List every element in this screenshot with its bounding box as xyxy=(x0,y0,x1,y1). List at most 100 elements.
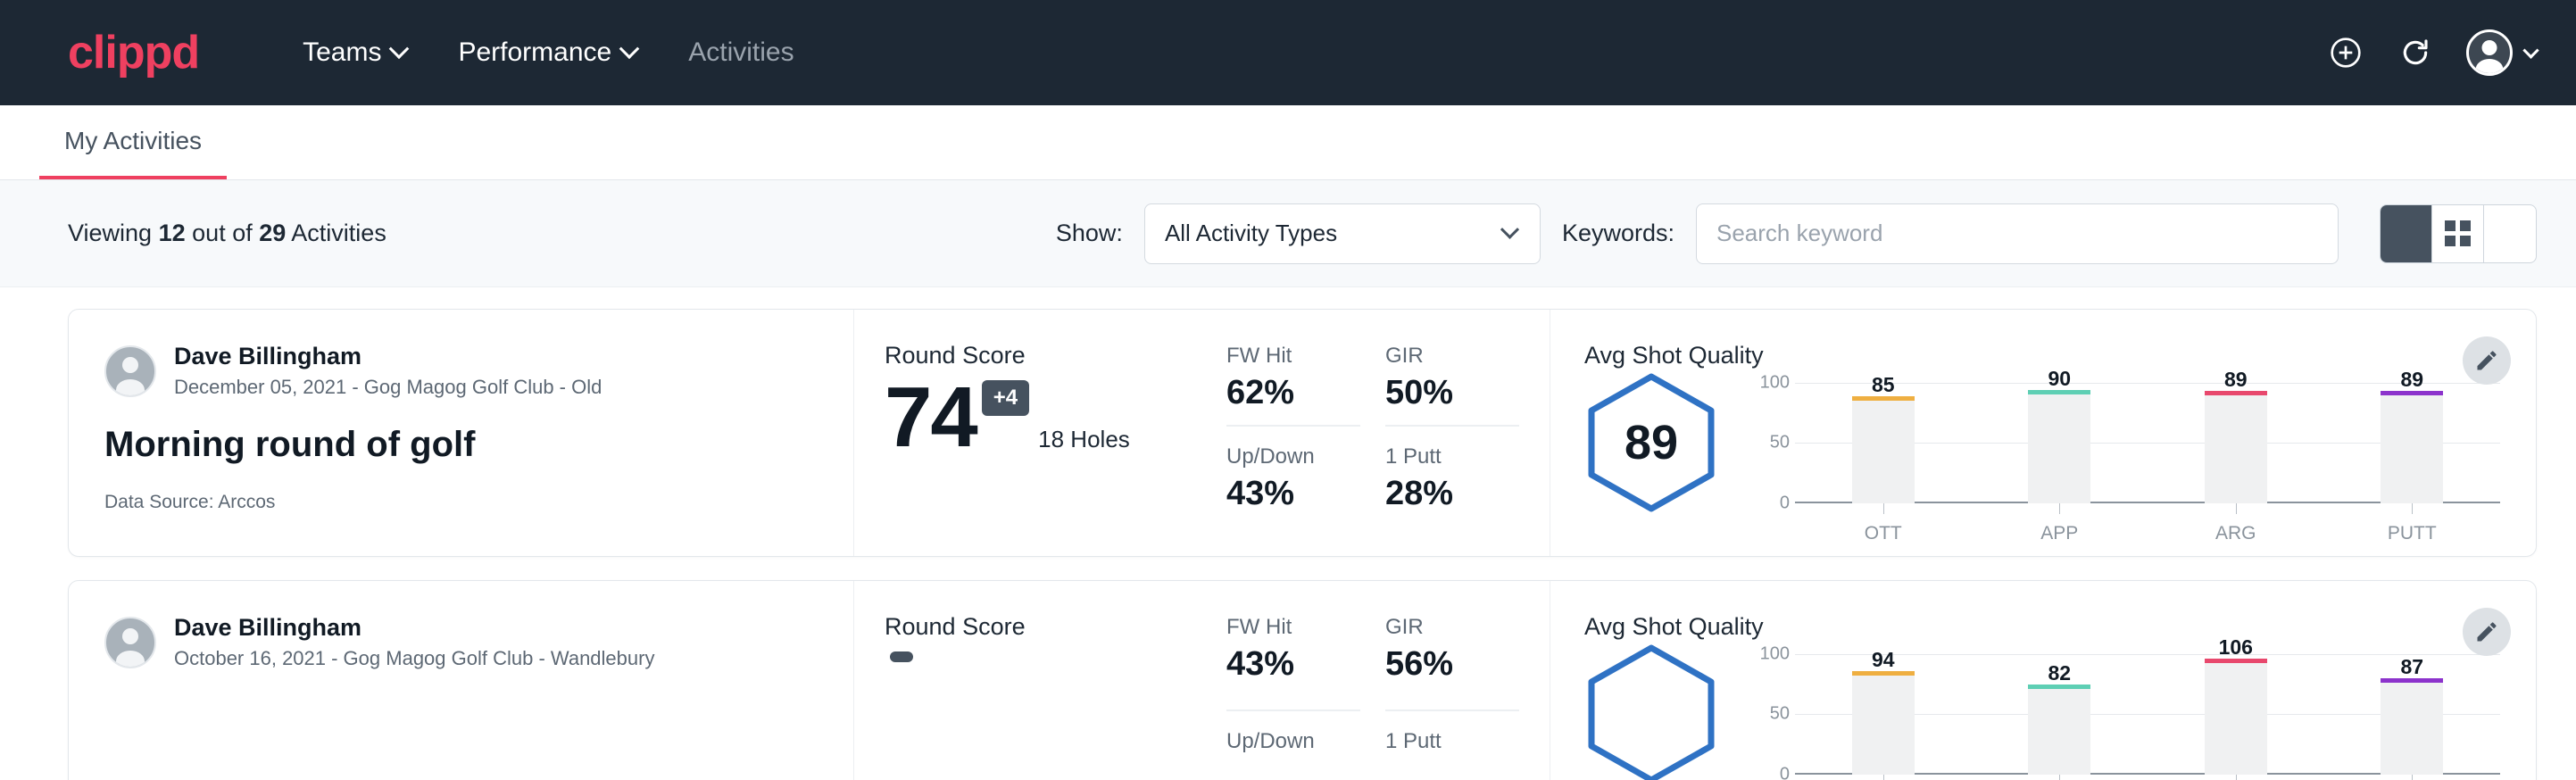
chevron-down-icon xyxy=(2522,42,2539,58)
account-menu[interactable] xyxy=(2466,29,2537,76)
refresh-icon[interactable] xyxy=(2397,34,2434,71)
player-identity: Dave Billingham October 16, 2021 - Gog M… xyxy=(104,613,818,671)
x-label-arg: ARG xyxy=(2148,775,2324,780)
stat-up-down: Up/Down 43% xyxy=(1226,444,1360,526)
chart-x-labels: OTT APP ARG PUTT xyxy=(1795,503,2500,544)
viewing-suffix: Activities xyxy=(291,220,386,246)
y-tick-0: 0 xyxy=(1780,764,1790,780)
pencil-icon xyxy=(2474,619,2499,644)
avg-shot-quality-hexagon: 89 xyxy=(1584,371,1718,514)
x-label-ott: OTT xyxy=(1795,775,1972,780)
chart-y-axis: 100 50 0 xyxy=(1754,654,1795,775)
activity-card[interactable]: Dave Billingham December 05, 2021 - Gog … xyxy=(68,309,2537,557)
add-icon[interactable] xyxy=(2327,34,2364,71)
nav-item-teams[interactable]: Teams xyxy=(303,37,406,68)
grid-view-icon xyxy=(2445,220,2471,246)
viewing-summary: Viewing 12 out of 29 Activities xyxy=(68,220,386,247)
stat-fw-hit-label: FW Hit xyxy=(1226,344,1360,369)
view-mode-grid-button[interactable] xyxy=(2432,205,2484,262)
avg-shot-quality-value: 89 xyxy=(1584,371,1718,514)
y-tick-50: 50 xyxy=(1770,433,1790,453)
stat-gir-value: 50% xyxy=(1385,374,1519,412)
avatar xyxy=(104,345,156,397)
avg-shot-quality-hexagon xyxy=(1584,643,1718,780)
activity-card[interactable]: Dave Billingham October 16, 2021 - Gog M… xyxy=(68,580,2537,780)
chart-bars: 85 90 89 89 xyxy=(1795,383,2500,503)
x-label-arg: ARG xyxy=(2148,503,2324,544)
bar-arg: 89 xyxy=(2148,383,2324,503)
round-score-label: Round Score xyxy=(885,342,1196,369)
edit-activity-button[interactable] xyxy=(2463,336,2511,385)
stat-fw-hit: FW Hit 43% xyxy=(1226,615,1360,711)
view-mode-toggle-group xyxy=(2380,204,2537,263)
avg-shot-quality-label: Avg Shot Quality xyxy=(1584,613,2500,641)
bar-app-rect xyxy=(2028,689,2090,775)
chart-plot-area: 94 82 106 8 xyxy=(1795,654,2500,775)
shot-quality-bar-chart: 100 50 0 94 xyxy=(1754,654,2500,775)
filter-controls: Show: All Activity Types Keywords: xyxy=(1056,203,2537,264)
nav-item-activities[interactable]: Activities xyxy=(688,37,794,68)
avg-shot-quality-section: Avg Shot Quality 89 100 50 0 xyxy=(1550,310,2536,556)
x-label-app: APP xyxy=(1972,503,2148,544)
top-bar-actions xyxy=(2327,29,2537,76)
activity-card-header: Dave Billingham October 16, 2021 - Gog M… xyxy=(69,581,854,780)
bar-arg-rect xyxy=(2205,395,2267,502)
bar-arg-rect xyxy=(2205,663,2267,774)
round-score-to-par-badge xyxy=(890,651,913,662)
stat-gir: GIR 50% xyxy=(1385,344,1519,427)
y-tick-50: 50 xyxy=(1770,704,1790,725)
round-score-label: Round Score xyxy=(885,613,1196,641)
player-name: Dave Billingham xyxy=(174,613,654,643)
activity-meta: October 16, 2021 - Gog Magog Golf Club -… xyxy=(174,645,654,672)
x-label-ott: OTT xyxy=(1795,503,1972,544)
search-input[interactable] xyxy=(1696,203,2339,264)
bar-arg-value: 106 xyxy=(2219,635,2253,660)
edit-activity-button[interactable] xyxy=(2463,608,2511,656)
activity-data-source: Data Source: Arccos xyxy=(104,492,818,513)
activity-card-header: Dave Billingham December 05, 2021 - Gog … xyxy=(69,310,854,556)
bar-arg-value: 89 xyxy=(2224,368,2248,392)
bar-putt: 89 xyxy=(2324,383,2501,503)
round-score-value: 74 xyxy=(885,375,976,461)
avatar xyxy=(104,617,156,668)
view-mode-list-button[interactable] xyxy=(2381,205,2432,262)
bar-putt-value: 89 xyxy=(2400,368,2423,392)
viewing-prefix: Viewing xyxy=(68,220,152,246)
clippd-logo[interactable]: clippd xyxy=(68,29,199,76)
x-label-putt: PUTT xyxy=(2324,503,2501,544)
view-mode-compact-button[interactable] xyxy=(2484,205,2536,262)
y-tick-100: 100 xyxy=(1760,643,1790,664)
player-identity: Dave Billingham December 05, 2021 - Gog … xyxy=(104,342,818,400)
y-tick-0: 0 xyxy=(1780,493,1790,513)
avg-shot-quality-label: Avg Shot Quality xyxy=(1584,342,2500,369)
x-label-putt: PUTT xyxy=(2324,775,2501,780)
stat-gir-label: GIR xyxy=(1385,615,1519,640)
player-name: Dave Billingham xyxy=(174,342,602,372)
chart-x-labels: OTT APP ARG PUTT xyxy=(1795,775,2500,780)
y-tick-100: 100 xyxy=(1760,372,1790,393)
avg-shot-quality-value xyxy=(1584,643,1718,780)
round-stats-grid: FW Hit 43% GIR 56% Up/Down 1 Putt xyxy=(1226,613,1519,780)
nav-item-activities-label: Activities xyxy=(688,37,794,68)
activities-list: Dave Billingham December 05, 2021 - Gog … xyxy=(0,287,2576,780)
stat-up-down: Up/Down xyxy=(1226,729,1360,780)
x-label-app: APP xyxy=(1972,775,2148,780)
stat-one-putt: 1 Putt 28% xyxy=(1385,444,1519,526)
activity-type-select[interactable]: All Activity Types xyxy=(1144,203,1541,264)
bar-ott-value: 94 xyxy=(1872,648,1895,672)
round-score-section: Round Score FW Hit 43% GIR 56% Up/Down xyxy=(854,581,1550,780)
stat-one-putt-label: 1 Putt xyxy=(1385,729,1519,754)
nav-item-performance[interactable]: Performance xyxy=(458,37,636,68)
stat-up-down-value: 43% xyxy=(1226,475,1360,513)
chevron-down-icon xyxy=(1500,220,1519,239)
tab-my-activities-label: My Activities xyxy=(64,127,202,155)
chart-bars: 94 82 106 8 xyxy=(1795,654,2500,775)
bar-putt-rect xyxy=(2381,683,2443,775)
show-label: Show: xyxy=(1056,220,1123,247)
tab-my-activities[interactable]: My Activities xyxy=(39,105,227,179)
bar-ott-rect xyxy=(1852,401,1915,503)
bar-app-rect xyxy=(2028,394,2090,503)
top-navigation-bar: clippd Teams Performance Activities xyxy=(0,0,2576,105)
stat-fw-hit-value: 62% xyxy=(1226,374,1360,412)
bar-ott: 94 xyxy=(1795,654,1972,775)
